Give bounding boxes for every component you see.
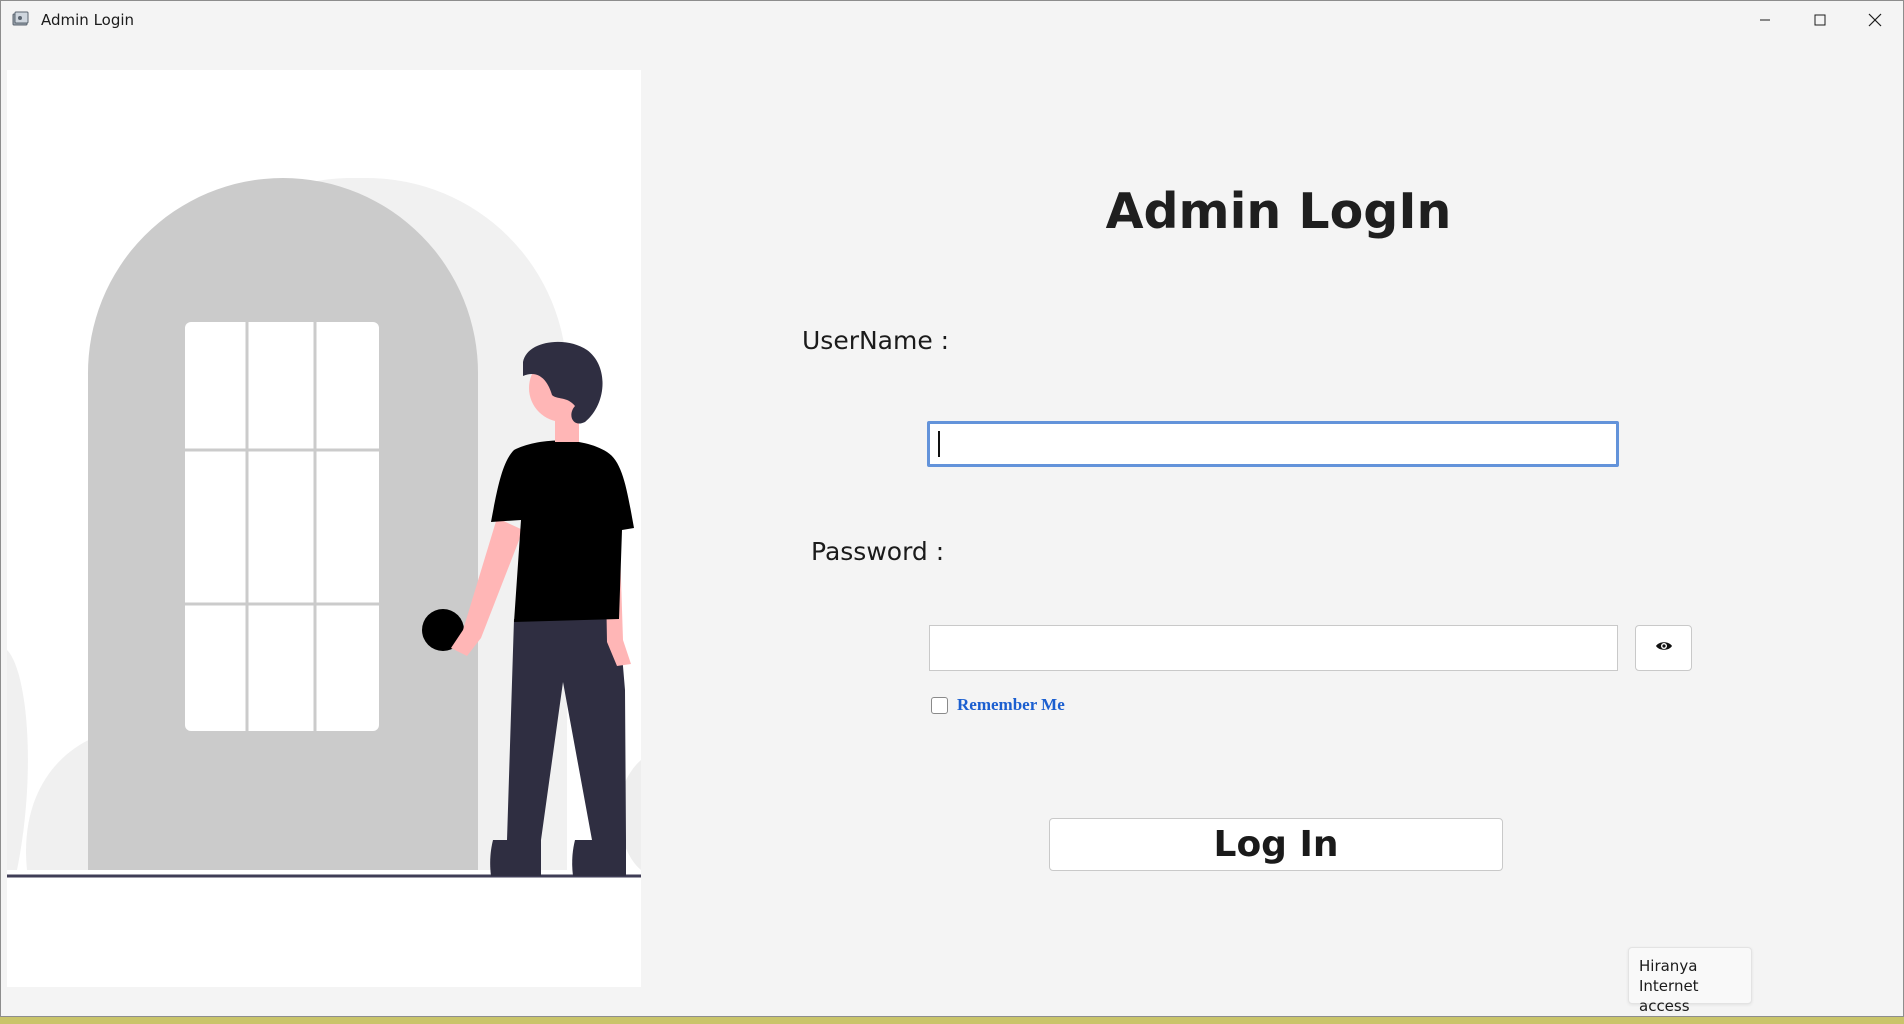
tooltip-network-status: Internet access	[1639, 977, 1699, 1015]
close-icon	[1868, 13, 1882, 27]
maximize-button[interactable]	[1792, 1, 1847, 39]
minimize-button[interactable]	[1737, 1, 1792, 39]
title-bar[interactable]: Admin Login	[1, 1, 1903, 39]
network-tooltip: Hiranya Internet access	[1628, 947, 1752, 1015]
username-input[interactable]	[927, 421, 1619, 467]
login-illustration	[7, 70, 641, 987]
text-caret	[938, 431, 940, 457]
minimize-icon	[1759, 14, 1771, 26]
window-title: Admin Login	[41, 11, 135, 29]
tooltip-network-name: Hiranya	[1639, 957, 1698, 975]
remember-me-checkbox[interactable]	[931, 696, 948, 714]
close-button[interactable]	[1847, 1, 1902, 39]
password-label: Password :	[811, 537, 945, 566]
password-input[interactable]	[929, 625, 1618, 671]
page-title: Admin LogIn	[1105, 183, 1452, 240]
remember-me-row[interactable]: Remember Me	[931, 695, 1065, 715]
eye-icon	[1655, 639, 1673, 657]
username-label: UserName :	[802, 326, 950, 355]
maximize-icon	[1814, 14, 1826, 26]
login-button[interactable]: Log In	[1049, 818, 1503, 871]
app-icon	[12, 11, 30, 27]
show-password-button[interactable]	[1635, 625, 1692, 671]
app-window: Admin Login Admin LogIn UserName: Passw…	[0, 0, 1904, 1017]
remember-me-label[interactable]: Remember Me	[957, 695, 1065, 715]
